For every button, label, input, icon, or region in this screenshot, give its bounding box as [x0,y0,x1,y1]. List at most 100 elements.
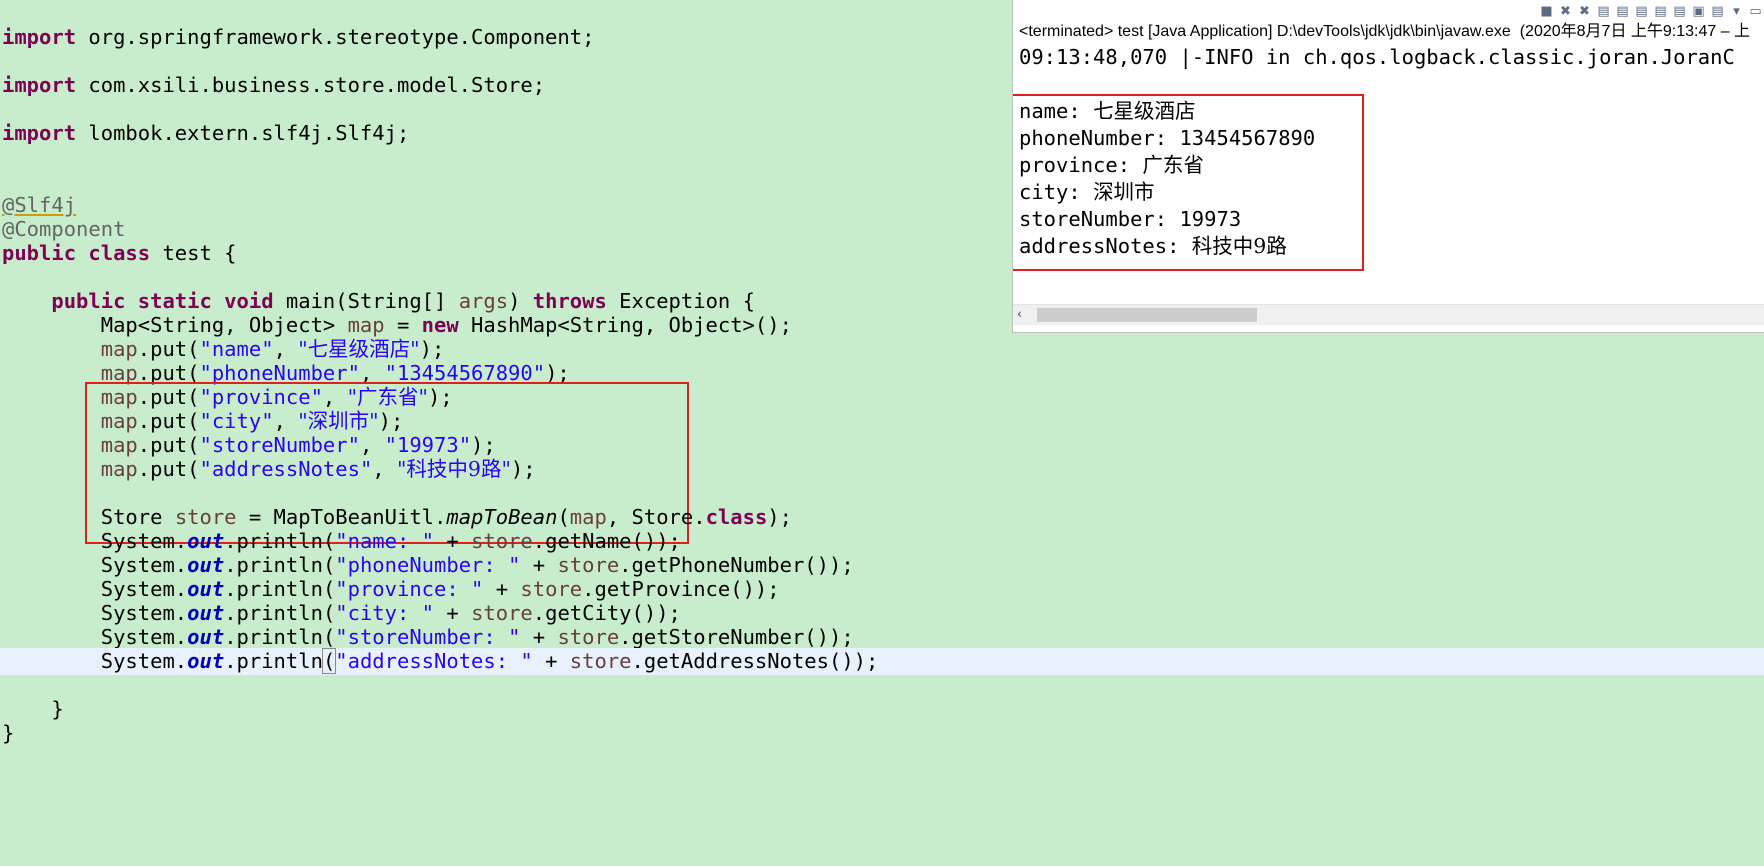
code-line-println: System.out.println("phoneNumber: " + sto… [2,552,854,579]
console-output-line: name: 七星级酒店 [1019,98,1196,125]
remove-launch-icon[interactable]: ✖ [1558,4,1573,19]
pin-console-icon[interactable]: ▣ [1691,4,1706,19]
code-text: ( [322,601,336,625]
keyword: import [2,121,77,145]
code-text: + [434,601,472,625]
string-literal: "广东省" [347,385,428,409]
output-value: 科技中9路 [1191,234,1287,258]
code-line-map-decl: Map<String, Object> map = new HashMap<St… [2,312,792,339]
import-path: org.springframework.stereotype.Component… [76,25,595,49]
code-text: ( [322,529,336,553]
code-text: .println [224,529,323,553]
output-label: province: [1019,153,1143,177]
code-text: .println [224,649,323,673]
code-text: ( [322,625,336,649]
scroll-lock-icon[interactable]: ▤ [1615,4,1630,19]
output-label: addressNotes: [1019,234,1192,258]
dropdown-icon[interactable]: ▾ [1729,4,1744,19]
string-literal: "phoneNumber: " [335,553,521,577]
variable: store [471,601,533,625]
code-text: HashMap<String, Object>(); [458,313,792,337]
static-field: out [187,553,225,577]
string-literal: "13454567890" [384,361,546,385]
code-text: .put( [137,409,200,433]
console-output-line: phoneNumber: 13454567890 [1019,125,1315,152]
code-text: ( [322,553,336,577]
code-text: , [273,337,299,361]
show-on-error-icon[interactable]: ▤ [1672,4,1687,19]
string-literal: "city: " [335,601,435,625]
code-text: .getAddressNotes()); [631,649,879,673]
code-text: .getStoreNumber()); [619,625,854,649]
output-label: city: [1019,180,1094,204]
scroll-left-icon[interactable]: ‹ [1017,305,1022,325]
code-line-println-current[interactable]: System.out.println("addressNotes: " + st… [0,648,1764,675]
code-text: Store [100,505,175,529]
variable: map [100,337,138,361]
code-text: ( [557,505,570,529]
code-line-map-put: map.put("storeNumber", "19973"); [2,432,496,459]
string-literal: "深圳市" [298,409,379,433]
code-line-map-put: map.put("city", "深圳市"); [2,408,404,435]
output-value: 广东省 [1142,153,1204,177]
code-text: ( [322,577,336,601]
code-text: + [483,577,521,601]
clear-console-icon[interactable]: ▤ [1596,4,1611,19]
code-text: + [520,625,558,649]
terminate-icon[interactable]: ■ [1539,4,1554,19]
code-text: .getCity()); [532,601,681,625]
code-line-map-put: map.put("addressNotes", "科技中9路"); [2,456,536,483]
output-value: 13454567890 [1179,126,1316,150]
console-output-line: addressNotes: 科技中9路 [1019,233,1287,260]
scrollbar-thumb[interactable] [1037,308,1257,322]
output-value: 19973 [1179,207,1242,231]
console-toolbar: ■ ✖ ✖ ▤ ▤ ▤ ▤ ▤ ▣ ▤ ▾ ▭ [1483,0,1764,22]
code-text: .println [224,577,323,601]
display-selected-console-icon[interactable]: ▤ [1710,4,1725,19]
remove-all-terminated-icon[interactable]: ✖ [1577,4,1592,19]
string-literal: "name: " [335,529,435,553]
string-literal: "storeNumber: " [335,625,521,649]
static-field: out [187,577,225,601]
code-text: , [359,361,385,385]
console-output-line: storeNumber: 19973 [1019,206,1241,233]
code-text: System. [100,553,188,577]
string-literal: "storeNumber" [199,433,360,457]
code-line-annotation-slf4j: @Slf4j [2,192,76,219]
string-literal: "city" [199,409,274,433]
console-output-line: city: 深圳市 [1019,179,1155,206]
code-text: ); [545,361,570,385]
variable: map [347,313,385,337]
code-text: + [532,649,570,673]
code-line-brace: } [2,696,64,723]
output-value: 深圳市 [1093,180,1155,204]
code-line-import-store: import com.xsili.business.store.model.St… [2,72,545,99]
keyword: static [137,289,212,313]
show-on-output-icon[interactable]: ▤ [1653,4,1668,19]
keyword: class [88,241,151,265]
code-text: ); [419,337,445,361]
string-literal: "addressNotes: " [335,649,533,673]
code-text: , Store. [606,505,706,529]
string-literal: "phoneNumber" [199,361,360,385]
code-line-class-decl: public class test { [2,240,237,267]
horizontal-scrollbar[interactable]: ‹ [1013,304,1764,325]
code-text: + [434,529,472,553]
annotation: @Slf4j [2,193,77,217]
static-field: out [187,625,225,649]
code-text: , [273,409,299,433]
keyword: class [705,505,768,529]
code-text: .put( [137,457,200,481]
word-wrap-icon[interactable]: ▤ [1634,4,1649,19]
code-text: ) [508,289,533,313]
console-view[interactable]: ■ ✖ ✖ ▤ ▤ ▤ ▤ ▤ ▣ ▤ ▾ ▭ <terminated> tes… [1012,0,1764,333]
keyword: public [51,289,126,313]
string-literal: "addressNotes" [199,457,373,481]
keyword: void [224,289,274,313]
minimize-icon[interactable]: ▭ [1748,4,1763,19]
code-text: .put( [137,337,200,361]
code-line-map-put: map.put("name", "七星级酒店"); [2,336,445,363]
code-text: } [51,697,64,721]
variable: store [557,553,620,577]
string-literal: "科技中9路" [396,457,511,481]
